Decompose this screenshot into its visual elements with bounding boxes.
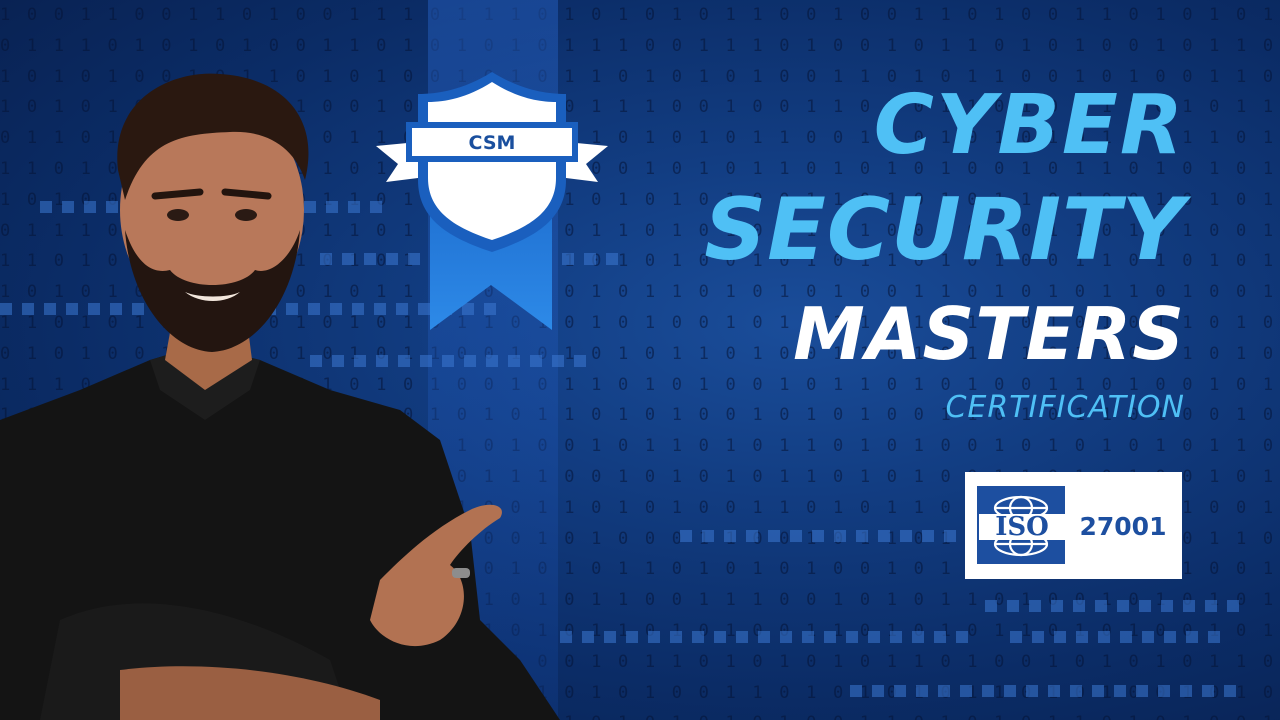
iso-prefix: ISO (995, 512, 1049, 542)
presenter-photo (0, 73, 560, 720)
title-line-cyber: CYBER (873, 78, 1185, 173)
iso-27001-logo: ISO 27001 (965, 472, 1182, 579)
decorative-dots-row (850, 682, 1246, 697)
title-line-certification: CERTIFICATION (945, 390, 1185, 425)
decorative-dots-row (680, 527, 966, 542)
thumbnail-canvas: 1 0 0 1 1 0 0 1 1 0 1 0 0 1 1 1 0 1 1 1 … (0, 0, 1280, 720)
iso-number: 27001 (1080, 512, 1167, 541)
title-line-security: SECURITY (704, 180, 1185, 280)
decorative-dots-row (985, 597, 1249, 612)
title-line-masters: MASTERS (793, 292, 1185, 376)
binary-row: 0 1 1 1 0 1 0 1 0 1 0 0 1 1 0 1 0 1 0 1 … (0, 35, 1280, 56)
decorative-dots-row (560, 628, 978, 643)
binary-row: 1 0 0 1 1 0 0 1 1 0 1 0 0 1 1 1 0 1 1 1 … (0, 5, 1280, 25)
decorative-dots-row (1010, 628, 1230, 643)
